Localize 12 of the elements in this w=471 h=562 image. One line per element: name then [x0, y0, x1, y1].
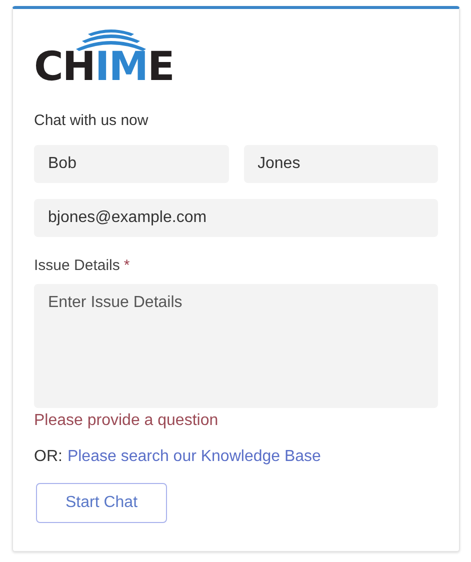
error-message: Please provide a question — [34, 412, 218, 430]
name-field[interactable]: Bob — [34, 145, 228, 183]
email-field[interactable]: bjones@example.com — [34, 199, 438, 237]
knowledge-base-link[interactable]: Please search our Knowledge Base — [67, 448, 321, 466]
chime-logo: CHIME — [34, 29, 174, 89]
required-mark: * — [124, 257, 130, 274]
start-chat-button[interactable]: Start Chat — [36, 483, 167, 523]
issue-details-field[interactable]: Enter Issue Details — [34, 284, 438, 408]
name-field[interactable]: Jones — [244, 145, 438, 183]
or-label: OR: — [34, 448, 62, 466]
chat-heading: Chat with us now — [34, 112, 150, 129]
field-label: Issue Details — [34, 257, 120, 274]
